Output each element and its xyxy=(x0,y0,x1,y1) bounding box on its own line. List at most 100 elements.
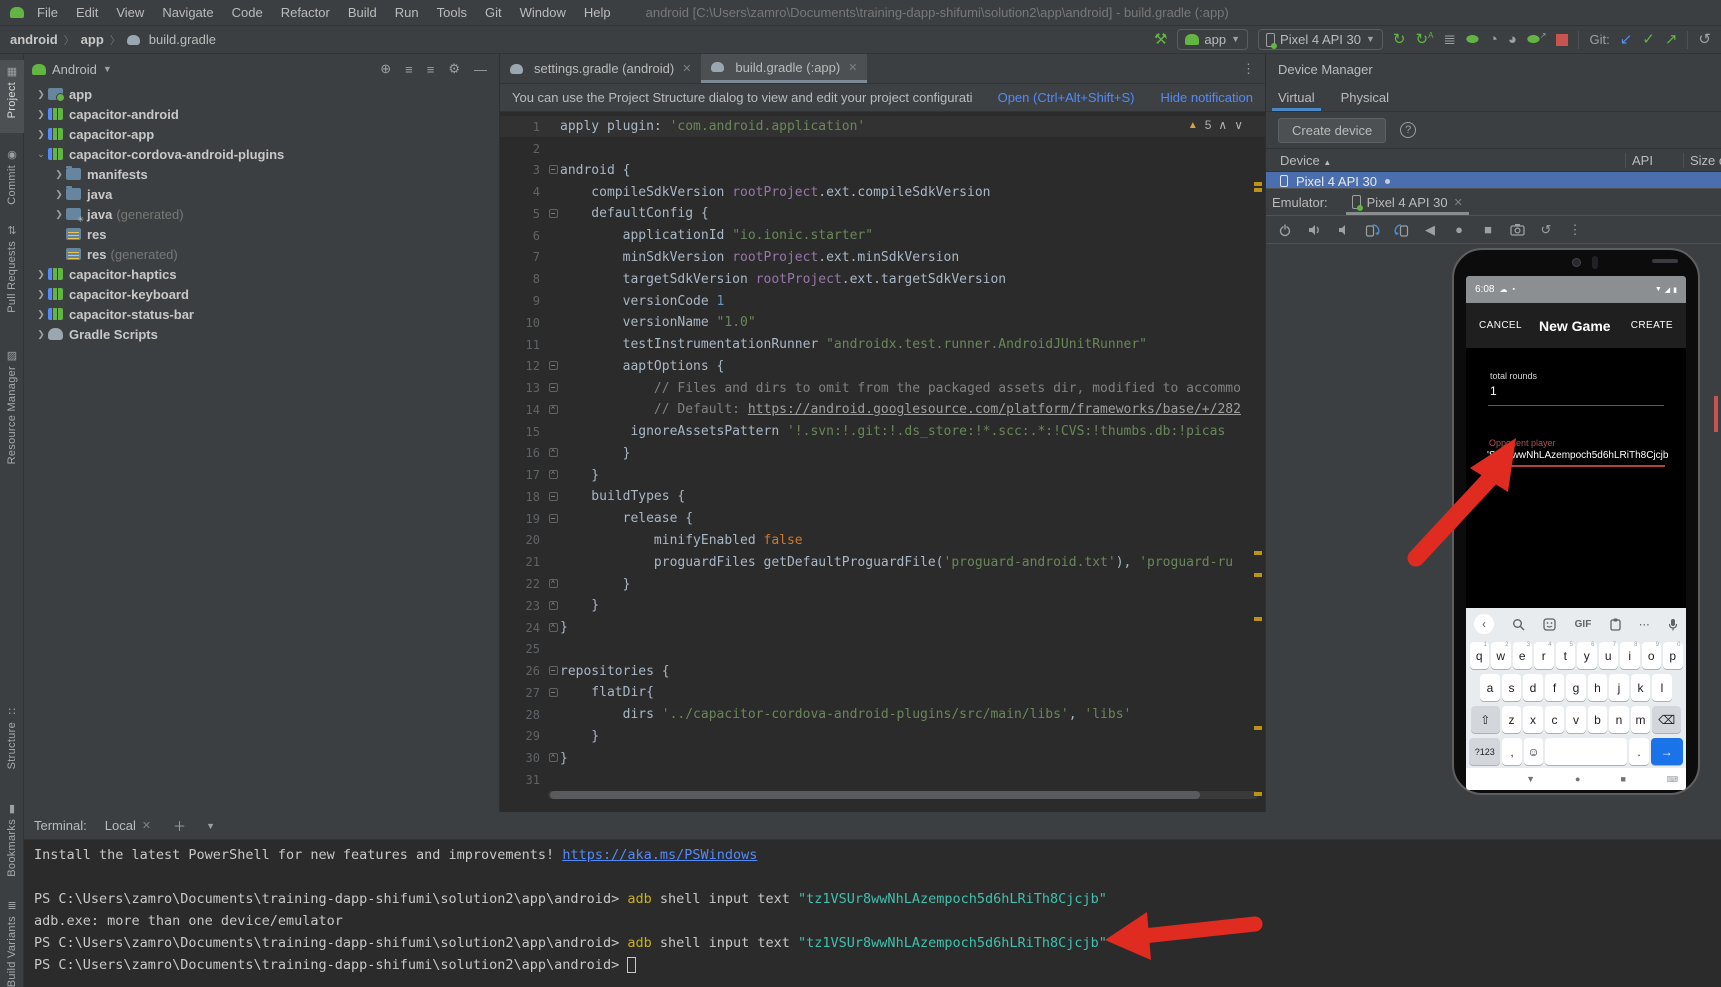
key-c[interactable]: c xyxy=(1545,706,1565,733)
code-line[interactable]: 3−android { xyxy=(500,160,1265,182)
code-line[interactable]: 20 minifyEnabled false xyxy=(500,530,1265,552)
key-b[interactable]: b xyxy=(1588,706,1608,733)
code-editor-area[interactable]: 1apply plugin: 'com.android.application'… xyxy=(500,112,1265,812)
tree-item-capacitor-cordova-android-plugins[interactable]: ⌄capacitor-cordova-android-plugins xyxy=(24,144,499,164)
tab-options-kebab-icon[interactable]: ⋮ xyxy=(1232,54,1265,83)
menu-view[interactable]: View xyxy=(107,5,153,20)
code-line[interactable]: 26−repositories { xyxy=(500,660,1265,682)
expand-all-icon[interactable]: ≡ xyxy=(401,62,417,77)
code-line[interactable]: 21 proguardFiles getDefaultProguardFile(… xyxy=(500,551,1265,573)
new-session-plus-icon[interactable]: ＋ xyxy=(169,816,190,835)
stripe-item-resource-manager[interactable]: ▨Resource Manager xyxy=(0,344,24,480)
hide-panel-icon[interactable]: — xyxy=(470,62,491,77)
breadcrumb-android[interactable]: android xyxy=(10,32,58,47)
open-project-structure-link[interactable]: Open (Ctrl+Alt+Shift+S) xyxy=(998,90,1135,105)
menu-help[interactable]: Help xyxy=(575,5,620,20)
nav-back-icon[interactable]: ▼ xyxy=(1526,774,1535,784)
run-button-icon[interactable]: ↻ xyxy=(1393,32,1406,47)
power-icon[interactable] xyxy=(1274,220,1296,240)
code-line[interactable]: 12− aaptOptions { xyxy=(500,355,1265,377)
fold-marker[interactable]: ⌃ xyxy=(546,405,560,415)
key-x[interactable]: x xyxy=(1523,706,1543,733)
fold-marker[interactable]: − xyxy=(546,165,560,175)
menu-tools[interactable]: Tools xyxy=(428,5,476,20)
code-line[interactable]: 23⌃ } xyxy=(500,595,1265,617)
menu-run[interactable]: Run xyxy=(386,5,428,20)
opponent-player-input[interactable]: 'SUr8wwNhLAzempoch5d6hLRiTh8Cjcjb xyxy=(1487,450,1668,461)
key-g[interactable]: g xyxy=(1566,674,1586,701)
code-line[interactable]: 6 applicationId "io.ionic.starter" xyxy=(500,225,1265,247)
snapshots-icon[interactable]: ↺ xyxy=(1535,220,1557,240)
apply-changes-restart-icon[interactable]: ↻A xyxy=(1416,32,1434,47)
tab-build-gradle[interactable]: build.gradle (:app) ✕ xyxy=(701,54,867,83)
stripe-item-commit[interactable]: ◉Commit xyxy=(0,143,24,209)
collapse-all-icon[interactable]: ≡ xyxy=(423,62,439,77)
tab-virtual[interactable]: Virtual xyxy=(1278,84,1315,111)
stripe-item-pull-requests[interactable]: ⇅Pull Requests xyxy=(0,219,24,334)
home-icon[interactable]: ● xyxy=(1448,220,1470,240)
error-stripe[interactable] xyxy=(1251,112,1265,812)
code-line[interactable]: 14⌃ // Default: https://android.googleso… xyxy=(500,399,1265,421)
settings-gear-icon[interactable]: ⚙ xyxy=(444,61,464,77)
tree-item-res[interactable]: res xyxy=(24,224,499,244)
fold-marker[interactable]: ⌃ xyxy=(546,448,560,458)
stripe-item-build-variants[interactable]: ≣Build Variants xyxy=(0,894,24,987)
menu-build[interactable]: Build xyxy=(339,5,386,20)
stripe-item-project[interactable]: ▦Project xyxy=(0,60,24,133)
emulator-screen[interactable]: 6:08 ☁ ▪ ▼ ◢ ▮ CANCEL New Game CREATE to… xyxy=(1466,276,1686,790)
tree-item-res-generated[interactable]: res (generated) xyxy=(24,244,499,264)
apply-code-changes-icon[interactable]: ≣ xyxy=(1443,32,1456,47)
emulator-tab-pixel4[interactable]: Pixel 4 API 30 ✕ xyxy=(1346,189,1469,215)
tree-item-java-generated[interactable]: ❯java (generated) xyxy=(24,204,499,224)
chevron-down-icon[interactable]: ▼ xyxy=(202,821,219,831)
fold-marker[interactable]: ⌃ xyxy=(546,470,560,480)
code-line[interactable]: 2 xyxy=(500,138,1265,160)
fold-marker[interactable]: − xyxy=(546,514,560,524)
keyboard-clipboard-icon[interactable] xyxy=(1610,618,1621,631)
terminal-panel[interactable]: Terminal: Local ✕ ＋ ▼ Install the latest… xyxy=(24,812,1721,987)
key-s[interactable]: s xyxy=(1502,674,1522,701)
key-t[interactable]: t5 xyxy=(1556,642,1576,669)
project-view-selector[interactable]: Android xyxy=(52,62,97,77)
volume-up-icon[interactable] xyxy=(1303,220,1325,240)
key-h[interactable]: h xyxy=(1588,674,1608,701)
nav-keyboard-switch-icon[interactable]: ⌨ xyxy=(1666,775,1678,784)
tree-item-capacitor-app[interactable]: ❯capacitor-app xyxy=(24,124,499,144)
code-line[interactable]: 25 xyxy=(500,638,1265,660)
key-j[interactable]: j xyxy=(1609,674,1629,701)
tree-item-capacitor-keyboard[interactable]: ❯capacitor-keyboard xyxy=(24,284,499,304)
space-key[interactable] xyxy=(1545,738,1627,765)
keyboard-more-icon[interactable]: ⋯ xyxy=(1639,618,1650,631)
stop-button-icon[interactable] xyxy=(1556,34,1568,46)
breadcrumb-app[interactable]: app xyxy=(81,32,104,47)
breadcrumb[interactable]: android 〉 app 〉 build.gradle xyxy=(10,32,216,48)
menu-navigate[interactable]: Navigate xyxy=(153,5,222,20)
build-hammer-icon[interactable]: ⚒ xyxy=(1154,32,1167,47)
close-icon[interactable]: ✕ xyxy=(1454,196,1463,209)
fold-marker[interactable]: − xyxy=(546,209,560,219)
tree-item-capacitor-android[interactable]: ❯capacitor-android xyxy=(24,104,499,124)
key-o[interactable]: o9 xyxy=(1642,642,1662,669)
profiler-gauge-icon[interactable]: ◕ xyxy=(1508,32,1517,47)
tab-physical[interactable]: Physical xyxy=(1341,84,1389,111)
locate-file-icon[interactable]: ⊕ xyxy=(376,61,395,77)
key-e[interactable]: e3 xyxy=(1513,642,1533,669)
emoji-key-icon[interactable]: ☺ xyxy=(1524,738,1544,765)
key-p[interactable]: p0 xyxy=(1663,642,1683,669)
code-line[interactable]: 18− buildTypes { xyxy=(500,486,1265,508)
stripe-item-structure[interactable]: ∷Structure xyxy=(0,700,24,787)
code-line[interactable]: 15 ignoreAssetsPattern '!.svn:!.git:!.ds… xyxy=(500,421,1265,443)
hide-notification-link[interactable]: Hide notification xyxy=(1161,90,1254,105)
code-line[interactable]: 31 xyxy=(500,769,1265,791)
key-i[interactable]: i8 xyxy=(1620,642,1640,669)
keyboard-gif-button[interactable]: GIF xyxy=(1575,619,1592,630)
back-icon[interactable]: ◀ xyxy=(1419,220,1441,240)
fold-marker[interactable]: − xyxy=(546,666,560,676)
period-key[interactable]: . xyxy=(1629,738,1649,765)
more-options-kebab-icon[interactable]: ⋮ xyxy=(1564,220,1586,240)
rotate-left-icon[interactable] xyxy=(1361,220,1383,240)
column-api[interactable]: API xyxy=(1625,153,1683,168)
code-line[interactable]: 1apply plugin: 'com.android.application' xyxy=(500,116,1265,138)
code-line[interactable]: 7 minSdkVersion rootProject.ext.minSdkVe… xyxy=(500,247,1265,269)
fold-marker[interactable]: ⌃ xyxy=(546,623,560,633)
